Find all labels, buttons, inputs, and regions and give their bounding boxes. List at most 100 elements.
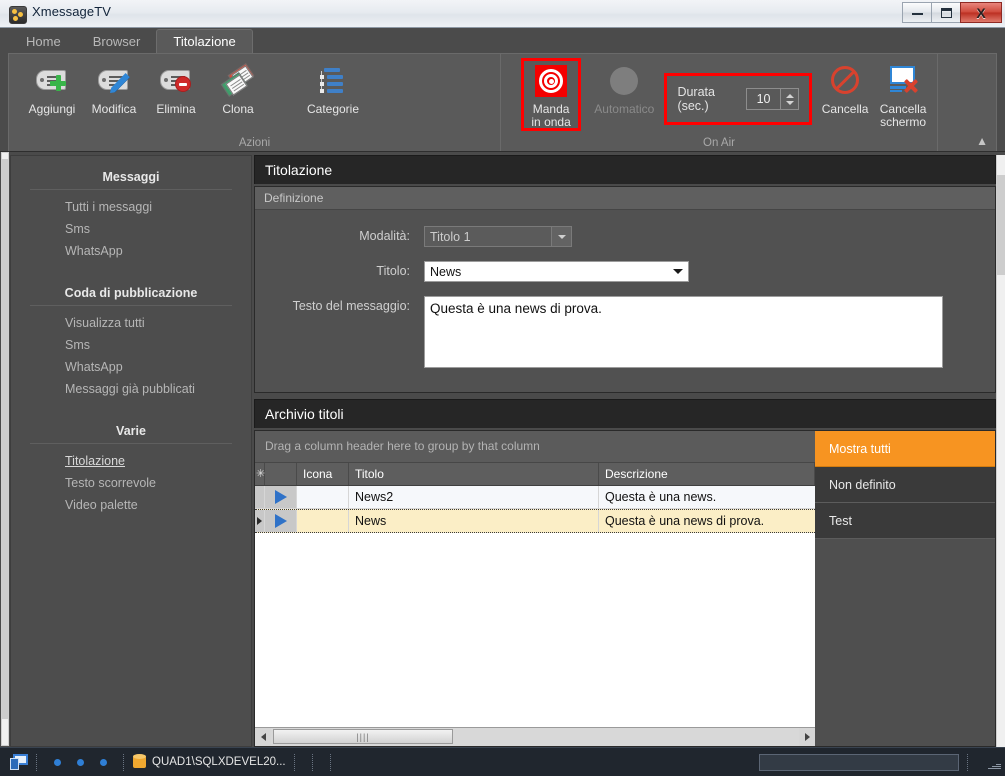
aggiungi-button[interactable]: Aggiungi — [21, 60, 83, 122]
sidebar-divider — [30, 189, 232, 190]
ribbon-body: Aggiungi Modifica Elimina Clona Categori… — [8, 53, 997, 151]
sidebar-item-testo-scorrevole[interactable]: Testo scorrevole — [11, 472, 251, 494]
status-separator — [123, 753, 125, 771]
modifica-button[interactable]: Modifica — [83, 60, 145, 122]
cell-descrizione: Questa è una news di prova. — [605, 514, 765, 528]
modalita-select[interactable]: Titolo 1 — [424, 226, 572, 247]
durata-value[interactable]: 10 — [747, 92, 780, 106]
sidebar-item-video-palette[interactable]: Video palette — [11, 494, 251, 516]
tag-clone-icon — [220, 63, 255, 98]
maximize-button[interactable] — [931, 2, 960, 23]
resize-grip-icon[interactable] — [987, 755, 1001, 769]
spinner-down-icon[interactable] — [785, 100, 794, 105]
ribbon-group-azioni: Aggiungi Modifica Elimina Clona Categori… — [9, 54, 501, 151]
definition-form: Modalità: Titolo 1 Titolo: News Testo de… — [255, 210, 995, 415]
durata-label: Durata (sec.) — [677, 85, 715, 113]
titolo-combobox[interactable]: News — [424, 261, 689, 282]
main-pane: Titolazione Definizione Modalità: Titolo… — [254, 155, 1005, 747]
no-entry-icon — [828, 64, 862, 98]
outer-scrollbar-thumb[interactable] — [2, 159, 8, 719]
scrollbar-thumb[interactable]: |||| — [273, 729, 453, 744]
clona-button[interactable]: Clona — [207, 60, 269, 122]
monitor-icon[interactable] — [10, 754, 28, 770]
play-icon[interactable] — [265, 486, 297, 508]
main-vertical-scrollbar[interactable] — [996, 155, 1005, 747]
filter-non-definito[interactable]: Non definito — [815, 467, 995, 503]
filter-mostra-tutti[interactable]: Mostra tutti — [815, 431, 995, 467]
spinner-up-icon[interactable] — [785, 93, 794, 98]
sidebar-item-coda-sms[interactable]: Sms — [11, 334, 251, 356]
tab-home[interactable]: Home — [10, 30, 77, 53]
minimize-button[interactable] — [902, 2, 931, 23]
durata-arrows[interactable] — [780, 89, 799, 109]
window-title: XmessageTV — [32, 4, 112, 19]
titolo-value[interactable]: News — [425, 265, 668, 279]
grid-horizontal-scrollbar[interactable]: |||| — [255, 727, 815, 746]
window-controls: X — [902, 2, 1002, 24]
grid-header-icona[interactable]: Icona — [297, 463, 349, 485]
chevron-down-icon[interactable] — [551, 227, 571, 246]
navigation-sidebar: Messaggi Tutti i messaggi Sms WhatsApp C… — [10, 155, 252, 747]
definition-panel-title: Titolazione — [254, 155, 996, 184]
automatico-button[interactable]: Automatico — [587, 60, 661, 122]
sidebar-item-coda-whatsapp[interactable]: WhatsApp — [11, 356, 251, 378]
close-button[interactable]: X — [960, 2, 1002, 23]
cancella-label: Cancella — [821, 102, 869, 116]
tab-browser[interactable]: Browser — [77, 30, 157, 53]
status-separator — [329, 753, 332, 771]
cancella-schermo-label-line2: schermo — [880, 115, 927, 129]
sidebar-item-visualizza-tutti[interactable]: Visualizza tutti — [11, 312, 251, 334]
sidebar-item-messaggi-gia-pubblicati[interactable]: Messaggi già pubblicati — [11, 378, 251, 400]
ribbon-group-azioni-label: Azioni — [238, 137, 271, 149]
cell-icona — [297, 486, 349, 508]
sidebar-item-titolazione[interactable]: Titolazione — [11, 450, 251, 472]
broadcast-target-icon — [534, 64, 568, 98]
chevron-up-icon[interactable]: ▲ — [976, 134, 988, 148]
elimina-label: Elimina — [156, 102, 196, 116]
tag-delete-icon — [159, 64, 193, 98]
elimina-button[interactable]: Elimina — [145, 60, 207, 122]
filter-test[interactable]: Test — [815, 503, 995, 539]
main-scrollbar-thumb[interactable] — [997, 175, 1005, 275]
grid-header-descrizione[interactable]: Descrizione — [599, 463, 815, 485]
cell-descrizione: Questa è una news. — [605, 490, 717, 504]
scroll-right-icon[interactable] — [799, 733, 815, 741]
automatic-circle-icon — [607, 64, 641, 98]
grid-header-titolo[interactable]: Titolo — [349, 463, 599, 485]
scroll-left-icon[interactable] — [255, 733, 271, 741]
sidebar-header-coda: Coda di pubblicazione — [64, 286, 198, 300]
ribbon-group-onair-label: On Air — [703, 137, 735, 149]
row-indicator — [255, 486, 265, 508]
status-dot-1 — [54, 758, 61, 766]
durata-stepper[interactable]: 10 — [746, 88, 800, 110]
application-window: XmessageTV X Home Browser Titolazione Ag… — [0, 0, 1005, 776]
manda-in-onda-button[interactable]: Manda in onda — [520, 58, 582, 131]
definition-panel-body: Definizione Modalità: Titolo 1 Titolo: N… — [254, 186, 996, 393]
sidebar-item-whatsapp[interactable]: WhatsApp — [11, 240, 251, 262]
cell-icona — [297, 510, 349, 532]
table-row[interactable]: News2 Questa è una news. — [255, 486, 815, 509]
group-by-band[interactable]: Drag a column header here to group by th… — [255, 431, 815, 463]
chevron-down-icon[interactable] — [668, 269, 688, 274]
scrollbar-track[interactable]: |||| — [271, 728, 799, 746]
sidebar-item-tutti-i-messaggi[interactable]: Tutti i messaggi — [11, 196, 251, 218]
status-dot-3 — [100, 758, 107, 766]
grid-rows: News2 Questa è una news. News Questa è u… — [255, 486, 815, 727]
tab-titolazione[interactable]: Titolazione — [156, 29, 253, 53]
grid-header-indicator: ✳ — [255, 463, 265, 485]
cancella-schermo-button[interactable]: Cancella schermo — [873, 60, 933, 129]
testo-messaggio-textarea[interactable]: Questa è una news di prova. — [424, 296, 943, 368]
sidebar-group-messaggi: Messaggi Tutti i messaggi Sms WhatsApp — [11, 170, 251, 262]
categorie-button[interactable]: Categorie — [287, 60, 379, 122]
modalita-label: Modalità: — [359, 229, 410, 243]
field-row-modalita: Modalità: Titolo 1 — [255, 226, 995, 247]
play-icon[interactable] — [265, 510, 297, 532]
aggiungi-label: Aggiungi — [28, 102, 76, 116]
tag-edit-icon — [97, 64, 131, 98]
cancella-button[interactable]: Cancella — [817, 60, 873, 122]
table-row[interactable]: News Questa è una news di prova. — [255, 509, 815, 533]
archive-panel: Archivio titoli Drag a column header her… — [254, 399, 996, 747]
sidebar-item-sms[interactable]: Sms — [11, 218, 251, 240]
archive-grid: Drag a column header here to group by th… — [255, 431, 815, 746]
outer-vertical-scrollbar[interactable] — [1, 152, 9, 746]
